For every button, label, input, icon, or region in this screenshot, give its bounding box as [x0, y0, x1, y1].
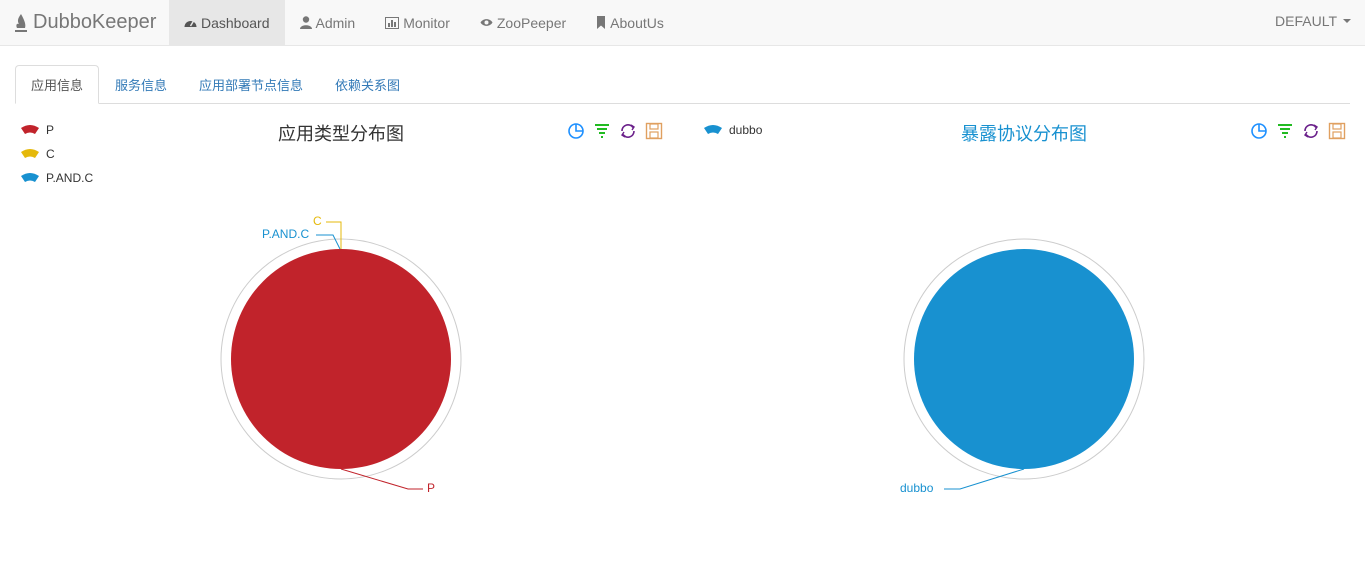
- save-icon[interactable]: [1328, 122, 1346, 140]
- nav-zoopeeper[interactable]: ZooPeeper: [465, 0, 581, 45]
- legend-item-c[interactable]: C: [20, 142, 93, 166]
- tab-dependency-graph[interactable]: 依赖关系图: [319, 65, 416, 103]
- environment-label: DEFAULT: [1275, 12, 1337, 29]
- nav-monitor[interactable]: Monitor: [370, 0, 465, 45]
- bookmark-icon: [597, 16, 606, 29]
- legend-item-p[interactable]: P: [20, 118, 93, 142]
- brand-icon: [15, 13, 27, 32]
- chart-title-protocol: 暴露协议分布图: [961, 124, 1087, 144]
- funnel-icon[interactable]: [1276, 122, 1294, 140]
- pie-label-p: P: [427, 481, 435, 495]
- user-icon: [299, 16, 312, 29]
- funnel-icon[interactable]: [593, 122, 611, 140]
- caret-down-icon: [1343, 18, 1351, 23]
- stats-icon: [385, 16, 400, 29]
- tab-service-info[interactable]: 服务信息: [99, 65, 183, 103]
- refresh-icon[interactable]: [619, 122, 637, 140]
- nav-aboutus[interactable]: AboutUs: [581, 0, 679, 45]
- legend-label: P: [46, 123, 55, 137]
- legend-swatch-icon: [21, 173, 39, 182]
- brand-logo[interactable]: DubboKeeper: [14, 0, 156, 45]
- top-navbar: DubboKeeper Dashboard Admin Monitor ZooP…: [0, 0, 1365, 46]
- pie-label-dubbo: dubbo: [900, 481, 934, 495]
- nav-monitor-label: Monitor: [403, 14, 450, 31]
- app-type-legend: P C P.AND.C: [20, 118, 93, 190]
- nav-dashboard-label: Dashboard: [201, 14, 270, 31]
- nav-admin[interactable]: Admin: [285, 0, 371, 45]
- legend-swatch-icon: [704, 125, 722, 134]
- dashboard-icon: [184, 20, 197, 27]
- legend-item-pandc[interactable]: P.AND.C: [20, 166, 93, 190]
- legend-item-dubbo[interactable]: dubbo: [703, 118, 762, 142]
- legend-label: dubbo: [729, 123, 763, 137]
- legend-swatch-icon: [21, 149, 39, 158]
- chart-title-app-type: 应用类型分布图: [278, 124, 404, 144]
- chart-toolbox-protocol: [1250, 122, 1346, 140]
- pie-chart-icon[interactable]: [1250, 122, 1268, 140]
- pie-slice-p[interactable]: [231, 249, 451, 469]
- save-icon[interactable]: [645, 122, 663, 140]
- pie-chart-app-type: P C P.AND.C: [220, 214, 462, 495]
- brand-name: DubboKeeper: [33, 11, 157, 33]
- protocol-legend: dubbo: [703, 118, 762, 142]
- pie-slice-dubbo[interactable]: [914, 249, 1134, 469]
- legend-swatch-icon: [21, 125, 39, 134]
- pie-label-c: C: [313, 214, 322, 228]
- dashboard-tabs: 应用信息 服务信息 应用部署节点信息 依赖关系图: [15, 65, 1350, 104]
- nav-aboutus-label: AboutUs: [610, 14, 664, 31]
- tab-app-nodes[interactable]: 应用部署节点信息: [183, 65, 319, 103]
- nav-dashboard[interactable]: Dashboard: [169, 0, 285, 45]
- chart-toolbox-app-type: [567, 122, 663, 140]
- eye-icon: [480, 19, 493, 26]
- refresh-icon[interactable]: [1302, 122, 1320, 140]
- pie-chart-protocol: dubbo: [900, 238, 1145, 495]
- pie-label-pandc: P.AND.C: [262, 227, 309, 241]
- nav-admin-label: Admin: [315, 14, 356, 31]
- nav-zoopeeper-label: ZooPeeper: [496, 14, 567, 31]
- tab-app-info[interactable]: 应用信息: [15, 65, 100, 104]
- pie-chart-icon[interactable]: [567, 122, 585, 140]
- legend-label: P.AND.C: [46, 171, 94, 185]
- label-line-pandc: [316, 234, 341, 250]
- legend-label: C: [46, 147, 55, 161]
- environment-dropdown[interactable]: DEFAULT: [1275, 0, 1351, 41]
